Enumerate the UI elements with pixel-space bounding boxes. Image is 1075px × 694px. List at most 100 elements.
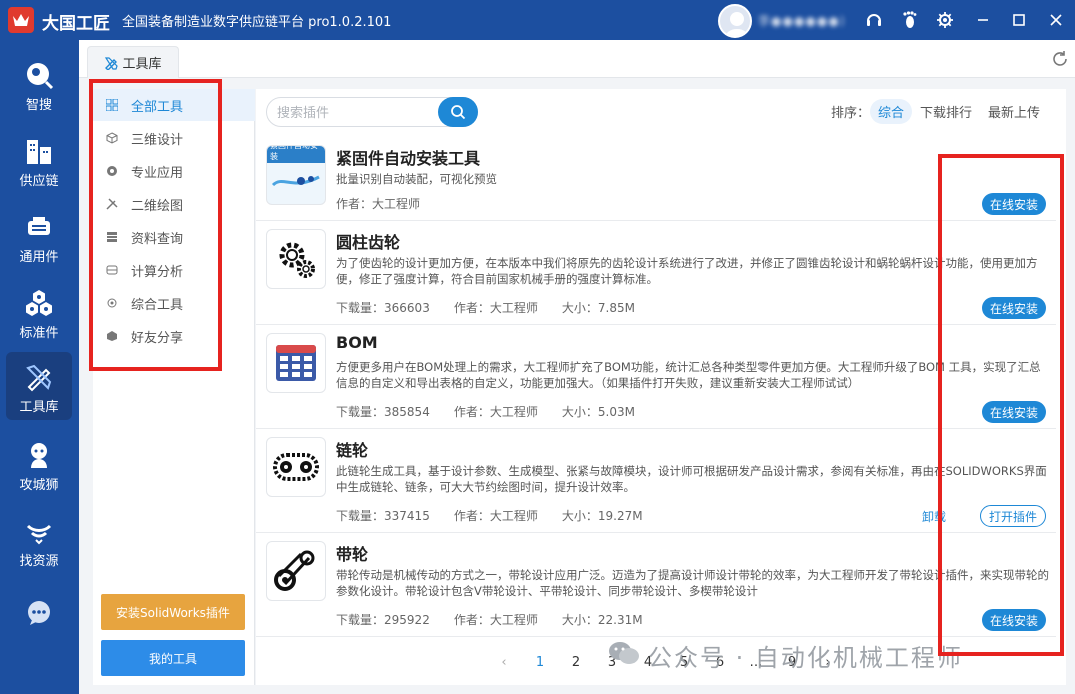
uninstall-link[interactable]: 卸载 bbox=[922, 508, 946, 525]
plugin-item: 紧固件自动安装 紧固件自动安装工具 批量识别自动装配，可视化预览 作者：大工程师… bbox=[256, 137, 1056, 221]
search-button[interactable] bbox=[438, 97, 478, 127]
category-data-query[interactable]: 资料查询 bbox=[93, 221, 255, 253]
footprint-icon[interactable] bbox=[900, 10, 920, 30]
category-label: 计算分析 bbox=[131, 264, 184, 280]
minimize-icon[interactable] bbox=[973, 10, 993, 30]
tab-bar: 工具库 bbox=[79, 40, 1075, 78]
category-label: 资料查询 bbox=[131, 231, 184, 247]
category-professional[interactable]: 专业应用 bbox=[93, 155, 255, 187]
plugin-downloads: 385854 bbox=[384, 405, 430, 419]
plugin-item: BOM 方便更多用户在BOM处理上的需求，大工程师扩充了BOM功能，统计汇总各种… bbox=[256, 325, 1056, 429]
calculator-icon bbox=[93, 264, 131, 276]
author-label: 作者： bbox=[336, 197, 373, 211]
category-3d-design[interactable]: 三维设计 bbox=[93, 122, 255, 154]
sidebar-item-label: 找资源 bbox=[19, 554, 59, 569]
category-general-tools[interactable]: 综合工具 bbox=[93, 287, 255, 319]
close-icon[interactable] bbox=[1046, 10, 1066, 30]
sort-option-comprehensive[interactable]: 综合 bbox=[869, 99, 912, 124]
plugin-size: 7.85M bbox=[597, 301, 635, 315]
sidebar-item-find-resources[interactable]: 找资源 bbox=[6, 506, 72, 574]
belt-thumb bbox=[266, 541, 326, 601]
plugin-name: 紧固件自动安装工具 bbox=[336, 149, 481, 168]
aperture-icon bbox=[93, 165, 131, 177]
page-button[interactable]: 1 bbox=[522, 655, 558, 670]
plugin-author: 大工程师 bbox=[489, 509, 538, 523]
size-label: 大小： bbox=[561, 613, 598, 627]
size-label: 大小： bbox=[561, 301, 598, 315]
tools-icon bbox=[93, 198, 131, 210]
downloads-label: 下载量： bbox=[336, 301, 385, 315]
sidebar-item-tool-library[interactable]: 工具库 bbox=[6, 352, 72, 420]
plugin-downloads: 366603 bbox=[384, 301, 430, 315]
username[interactable]: 李●●●●●●) bbox=[758, 12, 846, 29]
open-plugin-button[interactable]: 打开插件 bbox=[979, 505, 1046, 527]
sidebar-item-supply-chain[interactable]: 供应链 bbox=[6, 126, 72, 194]
gear-icon[interactable] bbox=[935, 10, 955, 30]
tools-icon bbox=[105, 56, 119, 70]
plugin-author: 大工程师 bbox=[372, 197, 421, 211]
author-label: 作者： bbox=[453, 613, 490, 627]
search-input[interactable] bbox=[277, 104, 427, 122]
app-name: 大国工匠 bbox=[42, 14, 110, 34]
plugin-downloads: 295922 bbox=[384, 613, 430, 627]
search-box bbox=[266, 97, 478, 127]
sidebar-item-chat[interactable] bbox=[6, 588, 72, 634]
plugin-name: 带轮 bbox=[336, 545, 369, 564]
install-online-button[interactable]: 在线安装 bbox=[981, 401, 1046, 423]
table-thumb bbox=[266, 333, 326, 393]
category-2d-drawing[interactable]: 二维绘图 bbox=[93, 188, 255, 220]
headset-icon[interactable] bbox=[864, 10, 884, 30]
my-tools-button[interactable]: 我的工具 bbox=[101, 640, 245, 676]
resource-icon bbox=[6, 514, 72, 548]
chat-icon bbox=[6, 596, 72, 630]
sort-option-latest[interactable]: 最新上传 bbox=[980, 99, 1048, 124]
share-icon bbox=[93, 330, 131, 342]
sidebar-item-label: 攻城狮 bbox=[19, 478, 59, 493]
sidebar-item-label: 标准件 bbox=[19, 326, 59, 341]
plugin-meta: 作者：大工程师 bbox=[336, 195, 420, 212]
author-label: 作者： bbox=[453, 509, 490, 523]
category-label: 全部工具 bbox=[131, 99, 184, 115]
size-label: 大小： bbox=[561, 509, 598, 523]
plugin-meta: 下载量：337415 作者：大工程师 大小：19.27M bbox=[336, 507, 643, 524]
search-bubble-icon bbox=[6, 58, 72, 92]
sort-option-downloads[interactable]: 下载排行 bbox=[912, 99, 980, 124]
category-all-tools[interactable]: 全部工具 bbox=[93, 89, 255, 121]
wechat-icon bbox=[609, 642, 639, 664]
author-label: 作者： bbox=[453, 301, 490, 315]
tab-tool-library[interactable]: 工具库 bbox=[87, 46, 179, 78]
prev-page-button[interactable]: ‹ bbox=[486, 655, 522, 670]
category-label: 二维绘图 bbox=[131, 198, 184, 214]
install-online-button[interactable]: 在线安装 bbox=[981, 193, 1046, 215]
gear-small-icon bbox=[93, 297, 131, 309]
install-online-button[interactable]: 在线安装 bbox=[981, 609, 1046, 631]
plugin-description: 为了使齿轮的设计更加方便，在本版本中我们将原先的齿轮设计系统进行了改进，并修正了… bbox=[336, 256, 1038, 286]
page-button[interactable]: 2 bbox=[558, 655, 594, 670]
plugin-item: 链轮 此链轮生成工具，基于设计参数、生成模型、张紧与故障模块，设计师可根据研发产… bbox=[256, 429, 1056, 533]
install-solidworks-button[interactable]: 安装SolidWorks插件 bbox=[101, 594, 245, 630]
sidebar-item-smart-search[interactable]: 智搜 bbox=[6, 50, 72, 118]
plugin-description: 批量识别自动装配，可视化预览 bbox=[336, 172, 497, 186]
plugin-author: 大工程师 bbox=[489, 301, 538, 315]
crown-logo bbox=[8, 7, 34, 33]
sidebar-item-engineer[interactable]: 攻城狮 bbox=[6, 430, 72, 498]
install-online-button[interactable]: 在线安装 bbox=[981, 297, 1046, 319]
gear-thumb bbox=[266, 229, 326, 289]
category-friend-share[interactable]: 好友分享 bbox=[93, 320, 255, 352]
avatar[interactable] bbox=[718, 4, 752, 38]
refresh-icon[interactable] bbox=[1051, 50, 1069, 68]
sidebar-item-standard-parts[interactable]: 标准件 bbox=[6, 278, 72, 346]
search-icon bbox=[451, 105, 466, 120]
component-icon bbox=[6, 210, 72, 244]
category-calculation[interactable]: 计算分析 bbox=[93, 254, 255, 286]
plugin-description: 带轮传动是机械传动的方式之一，带轮设计应用广泛。迈造为了提高设计师设计带轮的效率… bbox=[336, 568, 1049, 598]
plugin-author: 大工程师 bbox=[489, 405, 538, 419]
plugin-meta: 下载量：385854 作者：大工程师 大小：5.03M bbox=[336, 403, 635, 420]
ruler-pencil-icon bbox=[6, 360, 72, 394]
sidebar-item-common-parts[interactable]: 通用件 bbox=[6, 202, 72, 270]
watermark-text: 公众号 · 自动化机械工程师 bbox=[648, 644, 963, 672]
plugin-author: 大工程师 bbox=[489, 613, 538, 627]
sidebar-item-label: 智搜 bbox=[25, 98, 52, 113]
maximize-icon[interactable] bbox=[1009, 10, 1029, 30]
downloads-label: 下载量： bbox=[336, 405, 385, 419]
